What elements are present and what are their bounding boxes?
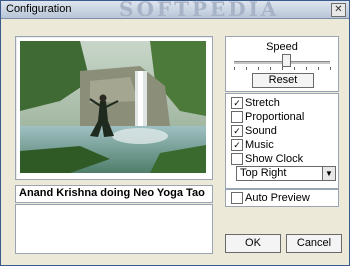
options-group: ✓ Stretch Proportional ✓ Sound ✓ Music S… <box>225 93 339 189</box>
proportional-checkbox[interactable] <box>231 111 243 123</box>
auto-preview-label: Auto Preview <box>245 192 310 204</box>
show-clock-label: Show Clock <box>245 153 304 165</box>
music-checkbox[interactable]: ✓ <box>231 139 243 151</box>
sound-checkbox[interactable]: ✓ <box>231 125 243 137</box>
slider-tick <box>282 67 283 70</box>
slider-tick <box>234 67 235 70</box>
clock-position-select[interactable]: Top Right ▼ <box>236 166 336 181</box>
ok-button[interactable]: OK <box>225 234 281 253</box>
description-box <box>15 204 213 254</box>
close-icon[interactable]: ✕ <box>331 3 346 17</box>
auto-preview-group: Auto Preview <box>225 189 339 207</box>
slider-tick <box>246 67 247 70</box>
speed-slider-thumb[interactable] <box>282 54 292 67</box>
clock-position-value: Top Right <box>240 167 287 179</box>
auto-preview-checkbox[interactable] <box>231 192 243 204</box>
chevron-down-icon[interactable]: ▼ <box>322 167 335 180</box>
slider-tick <box>258 67 259 70</box>
reset-button[interactable]: Reset <box>252 73 314 88</box>
caption-box: Anand Krishna doing Neo Yoga Tao <box>15 185 213 203</box>
show-clock-checkbox[interactable] <box>231 153 243 165</box>
image-caption: Anand Krishna doing Neo Yoga Tao <box>19 187 205 199</box>
window-title: Configuration <box>6 3 72 15</box>
stretch-label: Stretch <box>245 97 280 109</box>
image-preview-frame <box>15 36 213 180</box>
speed-label: Speed <box>266 41 298 53</box>
slider-tick <box>318 67 319 70</box>
music-label: Music <box>245 139 274 151</box>
cancel-button[interactable]: Cancel <box>286 234 342 253</box>
stretch-checkbox[interactable]: ✓ <box>231 97 243 109</box>
slider-tick <box>330 67 331 70</box>
softpedia-watermark: SOFTPEDIA <box>119 0 280 21</box>
slider-tick <box>294 67 295 70</box>
preview-image <box>20 41 206 173</box>
sound-label: Sound <box>245 125 277 137</box>
proportional-label: Proportional <box>245 111 305 123</box>
title-bar[interactable]: Configuration SOFTPEDIA ✕ <box>1 0 349 21</box>
slider-tick <box>306 67 307 70</box>
speed-group: Speed Reset <box>225 36 339 92</box>
configuration-window: Configuration SOFTPEDIA ✕ Anand Krishna … <box>0 0 350 266</box>
slider-tick <box>270 67 271 70</box>
